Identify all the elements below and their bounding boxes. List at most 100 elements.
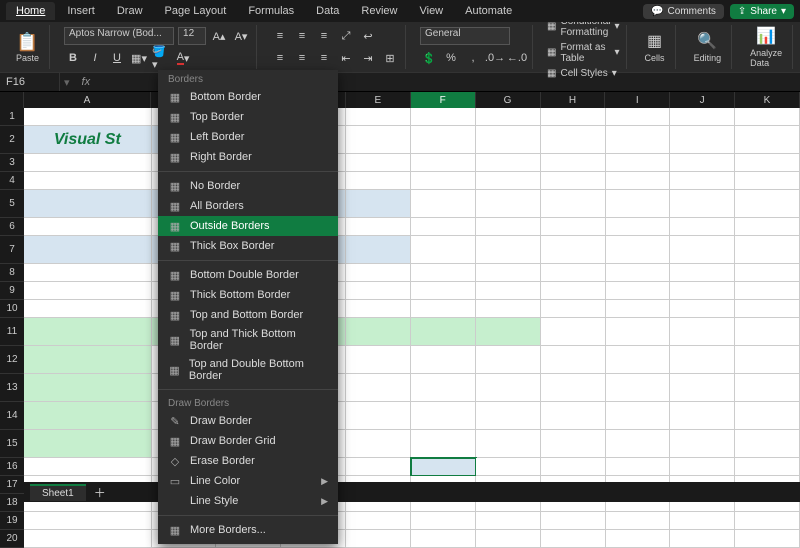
cell-F11[interactable] [411,318,476,346]
cell-K4[interactable] [735,172,800,190]
wrap-text-icon[interactable]: ↩ [359,27,377,45]
cell-E8[interactable] [346,264,411,282]
cell-J3[interactable] [670,154,735,172]
cell-A10[interactable] [24,300,152,318]
cell-A3[interactable] [24,154,152,172]
cell-E15[interactable] [346,430,411,458]
menu-item-bottom-border[interactable]: ▦Bottom Border [158,87,338,107]
cell-K8[interactable] [735,264,800,282]
row-header-18[interactable]: 18 [0,494,24,512]
cell-I14[interactable] [606,402,671,430]
decrease-decimal-icon[interactable]: ←.0 [508,49,526,67]
col-header-I[interactable]: I [605,92,670,108]
tab-draw[interactable]: Draw [107,2,153,20]
cell-A4[interactable] [24,172,152,190]
cell-G10[interactable] [476,300,541,318]
font-name-select[interactable]: Aptos Narrow (Bod... [64,27,174,45]
menu-item-top-and-bottom-border[interactable]: ▦Top and Bottom Border [158,305,338,325]
cell-E16[interactable] [346,458,411,476]
cell-A19[interactable] [24,512,152,530]
cell-G4[interactable] [476,172,541,190]
row-header-17[interactable]: 17 [0,476,24,494]
tab-formulas[interactable]: Formulas [238,2,304,20]
cell-I3[interactable] [606,154,671,172]
cell-J16[interactable] [670,458,735,476]
editing-button[interactable]: 🔍Editing [690,31,726,63]
cell-J12[interactable] [670,346,735,374]
cell-G15[interactable] [476,430,541,458]
cell-J11[interactable] [670,318,735,346]
tab-insert[interactable]: Insert [57,2,105,20]
cell-G14[interactable] [476,402,541,430]
cell-A2[interactable]: Visual St [24,126,152,154]
cell-G20[interactable] [476,530,541,548]
cell-I8[interactable] [606,264,671,282]
row-header-2[interactable]: 2 [0,126,24,154]
col-header-J[interactable]: J [670,92,735,108]
cell-A7[interactable] [24,236,152,264]
cell-J13[interactable] [670,374,735,402]
cell-A5[interactable] [24,190,152,218]
cell-J8[interactable] [670,264,735,282]
select-all-corner[interactable] [0,92,24,108]
menu-item-outside-borders[interactable]: ▦Outside Borders [158,216,338,236]
cell-H8[interactable] [541,264,606,282]
cell-H16[interactable] [541,458,606,476]
menu-item-all-borders[interactable]: ▦All Borders [158,196,338,216]
tab-home[interactable]: Home [6,2,55,20]
menu-item-draw-border[interactable]: ✎Draw Border [158,411,338,431]
row-header-13[interactable]: 13 [0,374,24,402]
cell-K12[interactable] [735,346,800,374]
menu-item-thick-bottom-border[interactable]: ▦Thick Bottom Border [158,285,338,305]
cell-A12[interactable] [24,346,152,374]
borders-button[interactable]: ▦▾ [130,49,148,67]
cell-F16[interactable] [411,458,476,476]
cell-A14[interactable] [24,402,152,430]
cell-K3[interactable] [735,154,800,172]
tab-data[interactable]: Data [306,2,349,20]
cell-I4[interactable] [606,172,671,190]
cell-H7[interactable] [541,236,606,264]
cell-H15[interactable] [541,430,606,458]
align-left-icon[interactable]: ≡ [271,49,289,67]
cell-G5[interactable] [476,190,541,218]
row-header-15[interactable]: 15 [0,430,24,458]
add-sheet-button[interactable]: ＋ [86,484,114,501]
cell-H2[interactable] [541,126,606,154]
number-format-select[interactable]: General [420,27,510,45]
cell-K16[interactable] [735,458,800,476]
cell-G3[interactable] [476,154,541,172]
menu-item-top-border[interactable]: ▦Top Border [158,107,338,127]
namebox-dropdown-icon[interactable]: ▾ [60,76,74,89]
cell-E6[interactable] [346,218,411,236]
cell-K11[interactable] [735,318,800,346]
cell-A13[interactable] [24,374,152,402]
align-bottom-icon[interactable]: ≡ [315,27,333,45]
cell-K6[interactable] [735,218,800,236]
row-header-7[interactable]: 7 [0,236,24,264]
cell-G2[interactable] [476,126,541,154]
col-header-A[interactable]: A [24,92,152,108]
cell-H3[interactable] [541,154,606,172]
cell-A20[interactable] [24,530,152,548]
cell-J6[interactable] [670,218,735,236]
cell-E10[interactable] [346,300,411,318]
menu-item-erase-border[interactable]: ◇Erase Border [158,451,338,471]
row-header-10[interactable]: 10 [0,300,24,318]
cell-F14[interactable] [411,402,476,430]
cell-H9[interactable] [541,282,606,300]
cell-F3[interactable] [411,154,476,172]
fill-color-button[interactable]: 🪣▾ [152,49,170,67]
cell-E2[interactable] [346,126,411,154]
cell-F12[interactable] [411,346,476,374]
cell-A11[interactable] [24,318,152,346]
cell-A6[interactable] [24,218,152,236]
cell-G9[interactable] [476,282,541,300]
row-header-6[interactable]: 6 [0,218,24,236]
cell-K1[interactable] [735,108,800,126]
cell-F2[interactable] [411,126,476,154]
orientation-icon[interactable]: ⤢ [337,27,355,45]
align-center-icon[interactable]: ≡ [293,49,311,67]
cell-J4[interactable] [670,172,735,190]
cell-F7[interactable] [411,236,476,264]
